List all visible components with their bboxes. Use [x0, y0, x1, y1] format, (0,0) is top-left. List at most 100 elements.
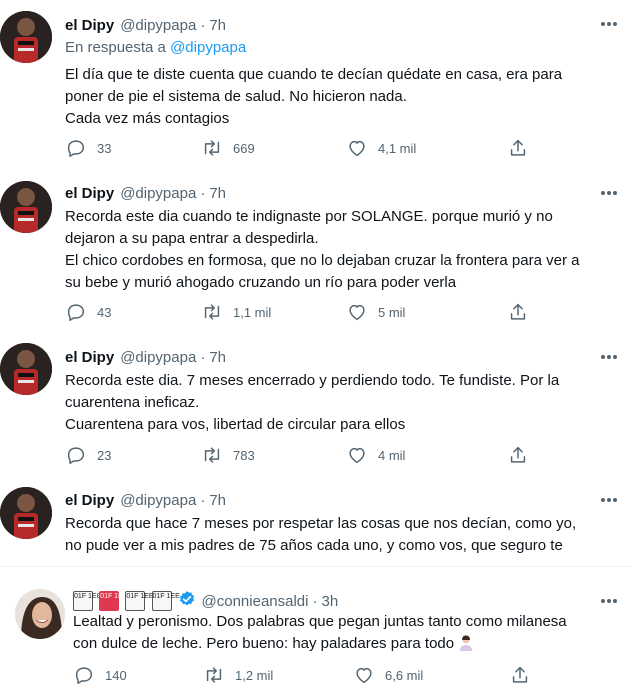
tweet-text-line-content: con dulce de leche. Pero bueno: hay pala… — [73, 635, 455, 652]
more-icon[interactable] — [598, 17, 620, 31]
reply-count: 43 — [97, 304, 112, 320]
tweet-text-line: dejaron a su papa entrar a despedirla. — [65, 230, 319, 247]
tweet-text-line: El chico cordobes en formosa, que no lo … — [65, 252, 580, 269]
like-button[interactable]: 6,6 mil — [353, 663, 423, 687]
emoji-glyph: 01F 1E8 — [73, 591, 100, 611]
separator-dot: · — [200, 348, 206, 366]
separator-dot: · — [200, 184, 206, 202]
retweet-icon — [204, 304, 220, 320]
like-icon — [349, 140, 365, 157]
woman-shrugging-emoji-icon — [458, 635, 474, 651]
display-name[interactable]: el Dipy — [65, 185, 114, 202]
more-icon[interactable] — [598, 186, 620, 200]
like-count: 4,1 mil — [378, 140, 417, 156]
tweet-text-line: Cuarentena para vos, libertad de circula… — [65, 416, 406, 433]
share-icon — [512, 666, 528, 683]
more-icon[interactable] — [598, 493, 620, 507]
share-button[interactable] — [507, 136, 529, 160]
reply-icon — [67, 447, 85, 464]
tweet-text-line: Recorda que hace 7 meses por respetar la… — [65, 515, 577, 532]
reply-count: 23 — [97, 447, 112, 463]
avatar[interactable] — [0, 487, 52, 539]
tweet-header: 01F 1E8 01F 1E6 01F 1EE 01F 1EE @conniea… — [73, 590, 338, 612]
like-button[interactable]: 4 mil — [346, 443, 405, 467]
retweet-count: 1,2 mil — [235, 667, 274, 683]
separator-dot: · — [200, 16, 206, 34]
retweet-button[interactable]: 783 — [201, 443, 255, 467]
avatar[interactable] — [0, 11, 52, 63]
share-button[interactable] — [507, 443, 529, 467]
tweet-text-line: Cada vez más contagios — [65, 110, 230, 127]
timestamp[interactable]: 7h — [209, 185, 226, 202]
avatar-image — [0, 181, 52, 233]
tweet-text: Recorda este dia. 7 meses encerrado y pe… — [65, 370, 625, 436]
like-icon — [349, 304, 365, 321]
user-handle[interactable]: @dipypapa — [120, 185, 196, 202]
tweet-5[interactable]: 01F 1E8 01F 1E6 01F 1EE 01F 1EE @conniea… — [0, 567, 632, 696]
retweet-count: 1,1 mil — [233, 304, 272, 320]
retweet-button[interactable]: 1,2 mil — [203, 663, 273, 687]
tweet-text-line: con dulce de leche. Pero bueno: hay pala… — [73, 633, 623, 655]
reply-icon — [67, 304, 85, 321]
avatar[interactable] — [0, 181, 52, 233]
display-name[interactable]: el Dipy — [65, 349, 114, 366]
emoji-glyph: 01F 1EE — [125, 591, 154, 611]
avatar[interactable] — [0, 343, 52, 395]
tweet-4[interactable]: el Dipy @dipypapa · 7h Recorda que hace … — [0, 480, 632, 566]
tweet-text: Recorda que hace 7 meses por respetar la… — [65, 513, 625, 557]
like-button[interactable]: 5 mil — [346, 300, 405, 324]
user-handle[interactable]: @dipypapa — [120, 17, 196, 34]
emoji-glyph: 01F 1E6 — [99, 591, 127, 611]
retweet-button[interactable]: 1,1 mil — [201, 300, 271, 324]
tweet-text: El día que te diste cuenta que cuando te… — [65, 64, 625, 130]
reply-icon — [67, 140, 85, 157]
display-name[interactable]: el Dipy — [65, 492, 114, 509]
like-button[interactable]: 4,1 mil — [346, 136, 416, 160]
reply-icon — [75, 667, 93, 684]
retweet-icon — [204, 140, 220, 156]
reply-count: 140 — [105, 667, 127, 683]
share-button[interactable] — [509, 663, 531, 687]
tweet-text: Lealtad y peronismo. Dos palabras que pe… — [73, 611, 623, 655]
timestamp[interactable]: 3h — [321, 593, 338, 610]
user-handle[interactable]: @dipypapa — [120, 349, 196, 366]
tweet-header: el Dipy @dipypapa · 7h — [65, 14, 226, 36]
avatar[interactable] — [15, 589, 65, 639]
timestamp[interactable]: 7h — [209, 492, 226, 509]
tweet-header: el Dipy @dipypapa · 7h — [65, 489, 226, 511]
avatar-image — [15, 589, 65, 639]
action-bar: 33 669 4,1 mil — [65, 136, 535, 160]
tweet-2[interactable]: el Dipy @dipypapa · 7h Recorda este dia … — [0, 176, 632, 338]
user-handle[interactable]: @dipypapa — [120, 492, 196, 509]
tweet-text: Recorda este dia cuando te indignaste po… — [65, 206, 625, 294]
tweet-text-line: Lealtad y peronismo. Dos palabras que pe… — [73, 613, 567, 630]
timestamp[interactable]: 7h — [209, 17, 226, 34]
reply-button[interactable]: 140 — [73, 663, 127, 687]
retweet-count: 783 — [233, 447, 255, 463]
display-name-emoji[interactable]: 01F 1E8 01F 1E6 01F 1EE 01F 1EE — [73, 591, 180, 611]
tweet-text-line: El día que te diste cuenta que cuando te… — [65, 66, 563, 83]
action-bar: 23 783 4 mil — [65, 443, 535, 467]
share-icon — [510, 139, 526, 156]
share-button[interactable] — [507, 300, 529, 324]
avatar-image — [0, 343, 52, 395]
action-bar: 43 1,1 mil 5 mil — [65, 300, 535, 324]
tweet-1[interactable]: el Dipy @dipypapa · 7h En respuesta a @d… — [0, 0, 632, 176]
retweet-button[interactable]: 669 — [201, 136, 255, 160]
user-handle[interactable]: @connieansaldi — [202, 593, 309, 610]
more-icon[interactable] — [598, 350, 620, 364]
avatar-image — [0, 11, 52, 63]
reply-button[interactable]: 43 — [65, 300, 111, 324]
reply-button[interactable]: 23 — [65, 443, 111, 467]
tweet-3[interactable]: el Dipy @dipypapa · 7h Recorda este dia.… — [0, 338, 632, 480]
display-name[interactable]: el Dipy — [65, 17, 114, 34]
tweet-text-line: cuarentena ineficaz. — [65, 394, 200, 411]
like-count: 4 mil — [378, 447, 406, 463]
share-icon — [510, 303, 526, 320]
reply-button[interactable]: 33 — [65, 136, 111, 160]
separator-dot: · — [200, 491, 206, 509]
more-icon[interactable] — [598, 594, 620, 608]
reply-handle-link[interactable]: @dipypapa — [170, 39, 246, 56]
timestamp[interactable]: 7h — [209, 349, 226, 366]
tweet-header: el Dipy @dipypapa · 7h — [65, 182, 226, 204]
